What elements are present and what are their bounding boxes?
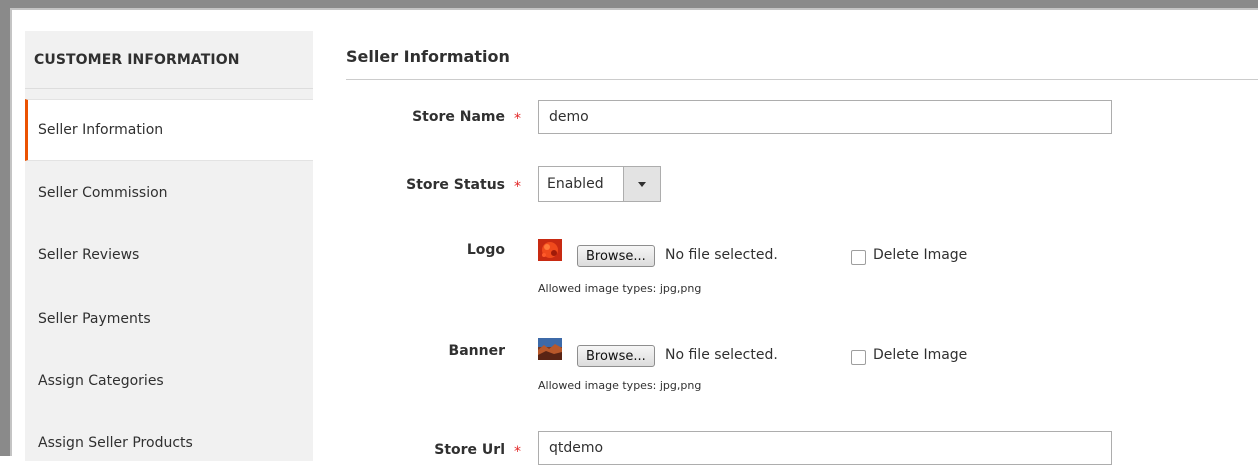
store-status-select[interactable]: Enabled (538, 166, 661, 202)
banner-browse-button[interactable]: Browse... (577, 345, 655, 367)
sidebar-item-seller-reviews[interactable]: Seller Reviews (25, 224, 313, 286)
select-toggle[interactable] (623, 167, 660, 201)
sidebar-item-label: Assign Seller Products (38, 435, 193, 451)
banner-label: Banner (448, 343, 505, 359)
sidebar-item-label: Seller Reviews (38, 247, 140, 263)
sidebar-item-assign-categories[interactable]: Assign Categories (25, 350, 313, 412)
logo-file-status: No file selected. (665, 247, 778, 263)
logo-browse-button[interactable]: Browse... (577, 245, 655, 267)
section-title: Seller Information (346, 47, 510, 66)
sidebar-item-label: Seller Information (38, 122, 164, 138)
sidebar-item-seller-information[interactable]: Seller Information (25, 99, 313, 161)
logo-delete-checkbox[interactable] (851, 250, 866, 265)
sidebar: CUSTOMER INFORMATION Seller Information … (25, 31, 313, 461)
banner-thumbnail-image (538, 338, 562, 360)
store-url-input[interactable] (538, 431, 1112, 465)
logo-allowed-types-note: Allowed image types: jpg,png (538, 282, 702, 295)
store-name-input[interactable] (538, 100, 1112, 134)
sidebar-item-label: Assign Categories (38, 373, 164, 389)
store-status-value: Enabled (547, 176, 604, 192)
sidebar-item-assign-seller-products[interactable]: Assign Seller Products (25, 412, 313, 474)
store-status-label: Store Status (406, 177, 505, 193)
sidebar-item-label: Seller Payments (38, 311, 151, 327)
required-marker: * (514, 111, 521, 127)
banner-delete-label: Delete Image (873, 347, 968, 363)
banner-allowed-types-note: Allowed image types: jpg,png (538, 379, 702, 392)
logo-label: Logo (466, 242, 505, 258)
logo-thumbnail-image (538, 239, 562, 261)
logo-delete-label: Delete Image (873, 247, 968, 263)
banner-delete-checkbox[interactable] (851, 350, 866, 365)
required-marker: * (514, 179, 521, 195)
sidebar-item-seller-commission[interactable]: Seller Commission (25, 162, 313, 224)
section-divider (346, 79, 1258, 80)
sidebar-item-label: Seller Commission (38, 185, 168, 201)
banner-file-status: No file selected. (665, 347, 778, 363)
sidebar-title: CUSTOMER INFORMATION (25, 31, 313, 89)
required-marker: * (514, 444, 521, 460)
store-name-label: Store Name (412, 109, 505, 125)
chevron-down-icon (638, 181, 646, 187)
sidebar-item-seller-payments[interactable]: Seller Payments (25, 288, 313, 350)
